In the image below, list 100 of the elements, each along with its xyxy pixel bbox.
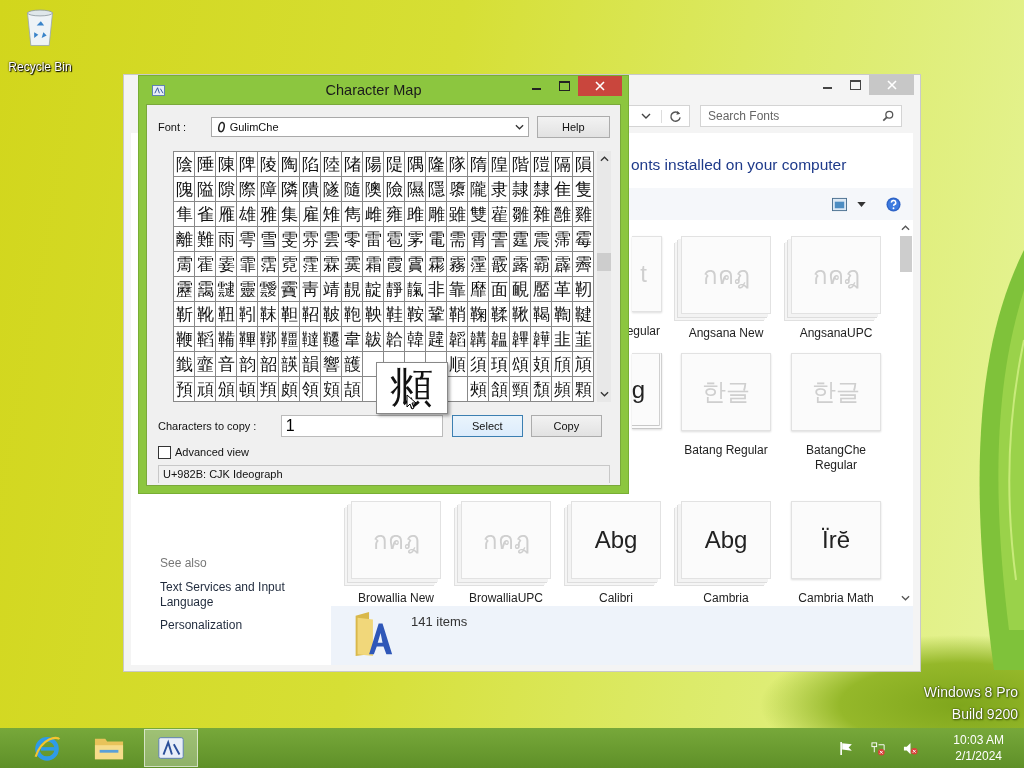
character-cell[interactable]: 雰: [300, 227, 321, 252]
character-cell[interactable]: 霞: [384, 252, 405, 277]
font-name[interactable]: Calibri: [599, 591, 633, 606]
character-cell[interactable]: 雀: [195, 202, 216, 227]
character-cell[interactable]: 靈: [237, 277, 258, 302]
character-cell[interactable]: 面: [489, 277, 510, 302]
character-cell[interactable]: 靡: [468, 277, 489, 302]
character-cell[interactable]: 鞍: [405, 302, 426, 327]
character-cell[interactable]: 雨: [216, 227, 237, 252]
font-name[interactable]: Cambria: [703, 591, 749, 606]
character-cell[interactable]: 顆: [573, 377, 594, 402]
preview-pane-icon[interactable]: [832, 196, 847, 212]
character-cell[interactable]: 隊: [447, 152, 468, 177]
character-cell[interactable]: 韡: [531, 327, 552, 352]
character-cell[interactable]: 陵: [258, 152, 279, 177]
character-cell[interactable]: 韵: [237, 352, 258, 377]
character-cell[interactable]: 頹: [531, 377, 552, 402]
character-cell[interactable]: 鞄: [342, 302, 363, 327]
scroll-up-icon[interactable]: [599, 156, 609, 162]
search-icon[interactable]: [882, 110, 894, 122]
character-cell[interactable]: 雚: [489, 202, 510, 227]
character-cell[interactable]: 隣: [279, 177, 300, 202]
character-cell[interactable]: 隅: [405, 152, 426, 177]
character-cell[interactable]: 頻: [552, 377, 573, 402]
character-cell[interactable]: 霸: [531, 252, 552, 277]
character-cell[interactable]: 韐: [384, 327, 405, 352]
help-button[interactable]: Help: [536, 116, 610, 138]
character-cell[interactable]: 鞘: [447, 302, 468, 327]
character-cell[interactable]: 雕: [426, 202, 447, 227]
character-cell[interactable]: 電: [426, 227, 447, 252]
character-cell[interactable]: 霜: [363, 252, 384, 277]
character-cell[interactable]: 霅: [489, 227, 510, 252]
character-cell[interactable]: 靌: [279, 277, 300, 302]
character-cell[interactable]: 霑: [258, 252, 279, 277]
chevron-down-icon[interactable]: [641, 113, 651, 119]
character-cell[interactable]: 雉: [321, 202, 342, 227]
character-cell[interactable]: 隑: [531, 152, 552, 177]
character-cell[interactable]: 隴: [468, 177, 489, 202]
character-cell[interactable]: 靼: [279, 302, 300, 327]
character-cell[interactable]: 霔: [300, 252, 321, 277]
character-cell[interactable]: 陽: [363, 152, 384, 177]
character-cell[interactable]: 鞱: [195, 327, 216, 352]
character-cell[interactable]: 陷: [300, 152, 321, 177]
character-cell[interactable]: 際: [237, 177, 258, 202]
character-cell[interactable]: 韻: [300, 352, 321, 377]
character-cell[interactable]: 雍: [384, 202, 405, 227]
character-cell[interactable]: 韓: [405, 327, 426, 352]
character-cell[interactable]: 韙: [426, 327, 447, 352]
character-cell[interactable]: 鞬: [573, 302, 594, 327]
character-cell[interactable]: 鞣: [489, 302, 510, 327]
character-cell[interactable]: 靺: [258, 302, 279, 327]
character-cell[interactable]: 韠: [510, 327, 531, 352]
character-cell[interactable]: 韋: [342, 327, 363, 352]
character-cell[interactable]: 頷: [489, 377, 510, 402]
character-cell[interactable]: 靛: [363, 277, 384, 302]
character-cell[interactable]: 鞫: [552, 302, 573, 327]
character-cell[interactable]: 隻: [573, 177, 594, 202]
character-cell[interactable]: 頰: [468, 377, 489, 402]
character-cell[interactable]: 隶: [489, 177, 510, 202]
character-cell[interactable]: 雌: [363, 202, 384, 227]
character-cell[interactable]: 韺: [279, 352, 300, 377]
character-cell[interactable]: 霄: [468, 227, 489, 252]
character-cell[interactable]: 雝: [552, 202, 573, 227]
character-cell[interactable]: 頓: [237, 377, 258, 402]
character-cell[interactable]: 霎: [216, 252, 237, 277]
character-cell[interactable]: 險: [384, 177, 405, 202]
character-cell[interactable]: 雯: [279, 227, 300, 252]
scroll-down-icon[interactable]: [599, 391, 609, 397]
font-name[interactable]: BatangChe Regular: [790, 443, 882, 473]
character-cell[interactable]: 鞠: [468, 302, 489, 327]
character-cell[interactable]: 頗: [279, 377, 300, 402]
character-cell[interactable]: 頡: [342, 377, 363, 402]
character-cell[interactable]: 非: [426, 277, 447, 302]
character-cell[interactable]: 陶: [279, 152, 300, 177]
taskbar-button[interactable]: [144, 729, 198, 767]
character-cell[interactable]: 頎: [552, 352, 573, 377]
character-cell[interactable]: 隍: [489, 152, 510, 177]
character-cell[interactable]: 陳: [216, 152, 237, 177]
character-cell[interactable]: 霣: [405, 252, 426, 277]
character-cell[interactable]: 難: [195, 227, 216, 252]
character-cell[interactable]: 韍: [363, 327, 384, 352]
character-cell[interactable]: 靭: [573, 277, 594, 302]
font-preview-tile[interactable]: g: [632, 353, 662, 429]
scroll-down-icon[interactable]: [901, 595, 910, 601]
scroll-thumb[interactable]: [899, 236, 912, 272]
caret-icon[interactable]: [857, 201, 866, 207]
character-cell[interactable]: 韁: [279, 327, 300, 352]
character-cell[interactable]: 雷: [363, 227, 384, 252]
see-also-link[interactable]: Personalization: [160, 618, 300, 633]
character-cell[interactable]: 響: [321, 352, 342, 377]
character-cell[interactable]: 鞏: [426, 302, 447, 327]
see-also-link[interactable]: Text Services and Input Language: [160, 580, 300, 610]
character-cell[interactable]: 雁: [216, 202, 237, 227]
font-name[interactable]: Browallia New: [358, 591, 434, 606]
character-cell[interactable]: 靷: [237, 302, 258, 327]
character-cell[interactable]: 霧: [447, 252, 468, 277]
character-cell[interactable]: 霓: [279, 252, 300, 277]
character-cell[interactable]: 陴: [237, 152, 258, 177]
character-cell[interactable]: 陼: [342, 152, 363, 177]
character-cell[interactable]: 韃: [300, 327, 321, 352]
